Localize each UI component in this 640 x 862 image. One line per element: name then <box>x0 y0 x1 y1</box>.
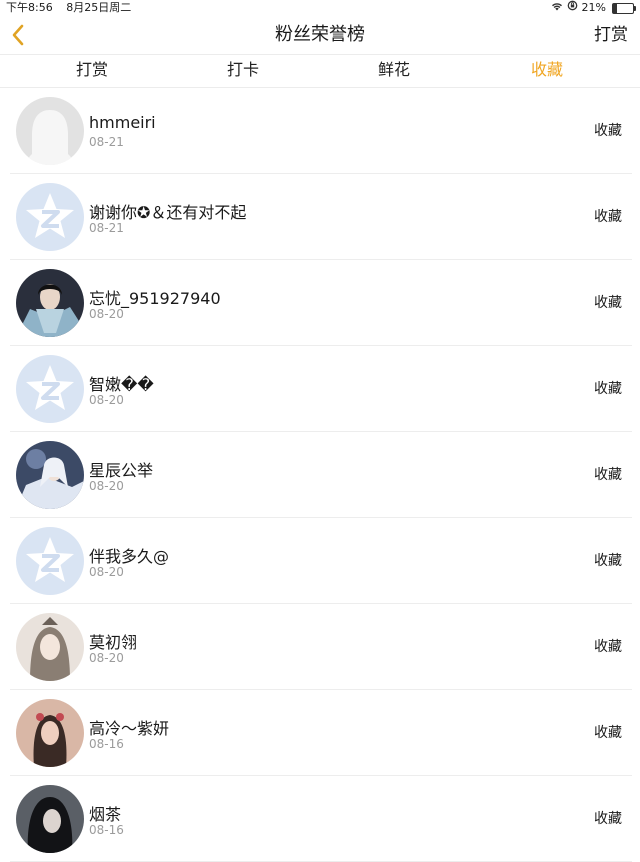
collect-button[interactable]: 收藏 <box>594 722 622 742</box>
portrait-avatar-icon <box>16 441 84 509</box>
list-item-name: 智嫩�� <box>89 375 154 394</box>
avatar[interactable] <box>16 613 84 681</box>
portrait-avatar-icon <box>16 699 84 767</box>
nav-bar: 粉丝荣誉榜 打赏 <box>0 16 640 55</box>
status-time: 下午8:56 <box>6 1 53 14</box>
avatar[interactable] <box>16 527 84 595</box>
status-left: 下午8:56 8月25日周二 <box>6 0 141 16</box>
list-item[interactable]: 高冷～紫妍 08-16 收藏 <box>10 690 632 776</box>
portrait-avatar-icon <box>16 613 84 681</box>
tab-reward[interactable]: 打赏 <box>12 55 172 87</box>
list-item-name: 烟茶 <box>89 805 122 824</box>
battery-fill <box>613 3 618 13</box>
list-item[interactable]: 伴我多久@ 08-20 收藏 <box>10 518 632 604</box>
tab-favorites[interactable]: 收藏 <box>467 55 627 87</box>
avatar[interactable] <box>16 97 84 165</box>
collect-button[interactable]: 收藏 <box>594 636 622 656</box>
list-item[interactable]: 忘忧_951927940 08-20 收藏 <box>10 260 632 346</box>
list-item-name: 谢谢你✪＆还有对不起 <box>89 203 247 222</box>
battery-icon <box>612 2 636 14</box>
list-item-date: 08-16 <box>89 823 124 837</box>
list-item-name: 莫初翎 <box>89 633 138 652</box>
wifi-icon <box>551 0 563 16</box>
list-item-name: 忘忧_951927940 <box>89 289 221 308</box>
page-title: 粉丝荣誉榜 <box>275 24 365 45</box>
list-item[interactable]: 烟茶 08-16 收藏 <box>10 776 632 862</box>
avatar[interactable] <box>16 355 84 423</box>
tab-flowers[interactable]: 鲜花 <box>314 55 474 87</box>
list-item-date: 08-20 <box>89 307 124 321</box>
battery-percent: 21% <box>581 1 606 14</box>
collect-button[interactable]: 收藏 <box>594 464 622 484</box>
avatar[interactable] <box>16 441 84 509</box>
list-item-date: 08-20 <box>89 651 124 665</box>
avatar[interactable] <box>16 785 84 853</box>
list-item-date: 08-16 <box>89 737 124 751</box>
list-item-date: 08-21 <box>89 135 124 149</box>
collect-button[interactable]: 收藏 <box>594 292 622 312</box>
fan-list: hmmeiri 08-21 收藏 谢谢你✪＆还有对不起 08-21 收藏 忘忧_… <box>0 88 640 862</box>
portrait-avatar-icon <box>16 785 84 853</box>
list-item[interactable]: hmmeiri 08-21 收藏 <box>10 88 632 174</box>
list-item-date: 08-20 <box>89 393 124 407</box>
tab-checkin[interactable]: 打卡 <box>163 55 323 87</box>
reward-button[interactable]: 打赏 <box>594 16 628 54</box>
collect-button[interactable]: 收藏 <box>594 120 622 140</box>
tab-bar: 打赏 打卡 鲜花 收藏 <box>0 55 640 88</box>
default-z-icon <box>16 527 84 595</box>
collect-button[interactable]: 收藏 <box>594 808 622 828</box>
list-item[interactable]: 谢谢你✪＆还有对不起 08-21 收藏 <box>10 174 632 260</box>
collect-button[interactable]: 收藏 <box>594 378 622 398</box>
default-z-icon <box>16 355 84 423</box>
collect-button[interactable]: 收藏 <box>594 206 622 226</box>
avatar[interactable] <box>16 699 84 767</box>
orientation-lock-icon <box>567 0 578 16</box>
status-bar: 下午8:56 8月25日周二 21% <box>0 0 640 16</box>
list-item[interactable]: 智嫩�� 08-20 收藏 <box>10 346 632 432</box>
list-item-name: hmmeiri <box>89 113 156 132</box>
list-item-date: 08-21 <box>89 221 124 235</box>
avatar[interactable] <box>16 269 84 337</box>
list-item-name: 高冷～紫妍 <box>89 719 170 738</box>
list-item-name: 星辰公举 <box>89 461 154 480</box>
list-item-name: 伴我多久@ <box>89 547 170 566</box>
status-right: 21% <box>551 0 636 16</box>
status-date: 8月25日周二 <box>66 1 132 14</box>
avatar[interactable] <box>16 183 84 251</box>
default-z-icon <box>16 183 84 251</box>
list-item[interactable]: 莫初翎 08-20 收藏 <box>10 604 632 690</box>
portrait-avatar-icon <box>16 269 84 337</box>
list-item[interactable]: 星辰公举 08-20 收藏 <box>10 432 632 518</box>
list-item-date: 08-20 <box>89 479 124 493</box>
collect-button[interactable]: 收藏 <box>594 550 622 570</box>
list-item-date: 08-20 <box>89 565 124 579</box>
default-silhouette-icon <box>16 97 84 165</box>
